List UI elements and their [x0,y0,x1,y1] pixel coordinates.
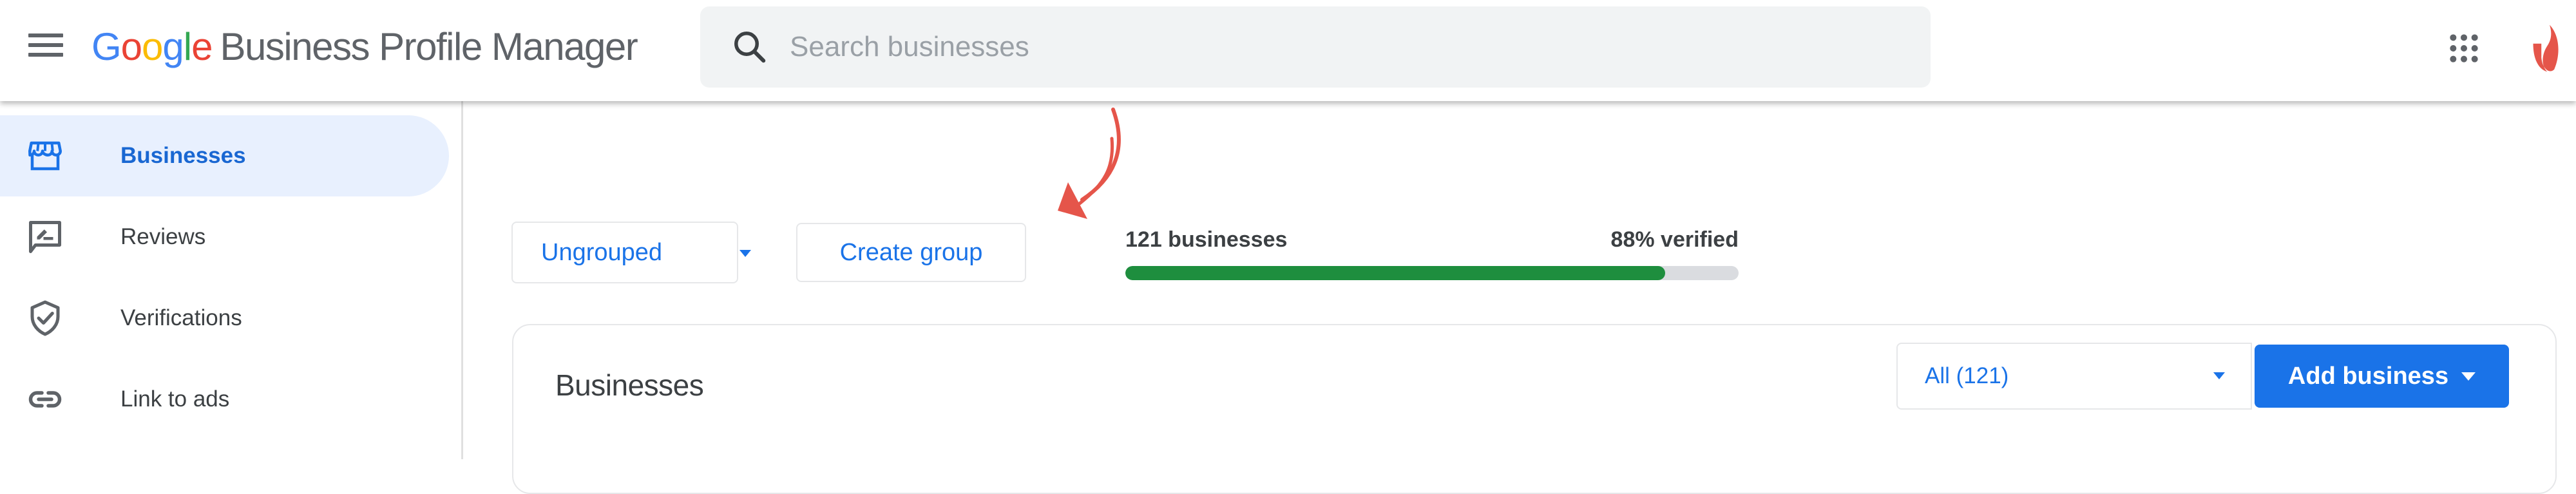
hamburger-menu-icon[interactable] [28,33,63,66]
add-business-label: Add business [2287,362,2449,390]
businesses-count: 121 businesses [1125,227,1288,252]
verified-shield-icon [30,300,60,336]
search-bar[interactable] [700,6,1931,88]
logo-letter: l [183,25,192,68]
search-input[interactable] [788,30,1822,64]
app-logo[interactable]: Google Business Profile Manager [91,24,638,69]
group-select-dropdown[interactable]: Ungrouped [511,222,751,283]
sidebar-item-label: Businesses [120,143,246,168]
account-avatar-icon[interactable] [2528,23,2564,74]
group-select-value: Ungrouped [541,239,663,266]
logo-letter: o [142,25,163,68]
sidebar-nav: Businesses Reviews Verifications Link to… [0,101,463,459]
sidebar-item-label: Verifications [120,305,242,330]
add-business-button[interactable]: Add business [2255,345,2509,408]
sidebar-item-reviews[interactable]: Reviews [0,196,449,278]
logo-letter: e [191,25,213,68]
verification-progress-bar [1125,266,1739,280]
logo-letter: G [91,25,122,68]
logo-letter: g [162,25,184,68]
annotation-arrow-icon [1058,108,1121,219]
storefront-icon [28,141,62,171]
sidebar-item-businesses[interactable]: Businesses [0,115,449,196]
create-group-button[interactable]: Create group [796,223,1026,282]
logo-letter: o [120,25,142,68]
business-filter-dropdown[interactable]: All (121) [1896,343,2252,410]
sidebar-item-label: Link to ads [120,386,230,412]
top-app-bar: Google Business Profile Manager [0,0,2576,101]
card-title: Businesses [555,368,704,402]
product-name: Business Profile Manager [220,25,638,68]
chevron-down-icon [2461,372,2476,381]
sidebar-item-label: Reviews [120,224,206,249]
chevron-down-icon [2213,372,2225,379]
verification-progress-fill [1125,266,1665,280]
filter-select-value: All (121) [1925,363,2009,388]
sidebar-item-verifications[interactable]: Verifications [0,278,449,359]
verified-percent: 88% verified [1610,227,1739,252]
businesses-card: Businesses All (121) Add business [512,324,2557,494]
search-icon[interactable] [730,28,769,66]
rate-review-icon [29,221,61,253]
link-icon [28,391,62,408]
sidebar-item-link-to-ads[interactable]: Link to ads [0,359,449,440]
google-apps-grid-icon[interactable] [2448,32,2480,64]
chevron-down-icon [739,250,751,257]
